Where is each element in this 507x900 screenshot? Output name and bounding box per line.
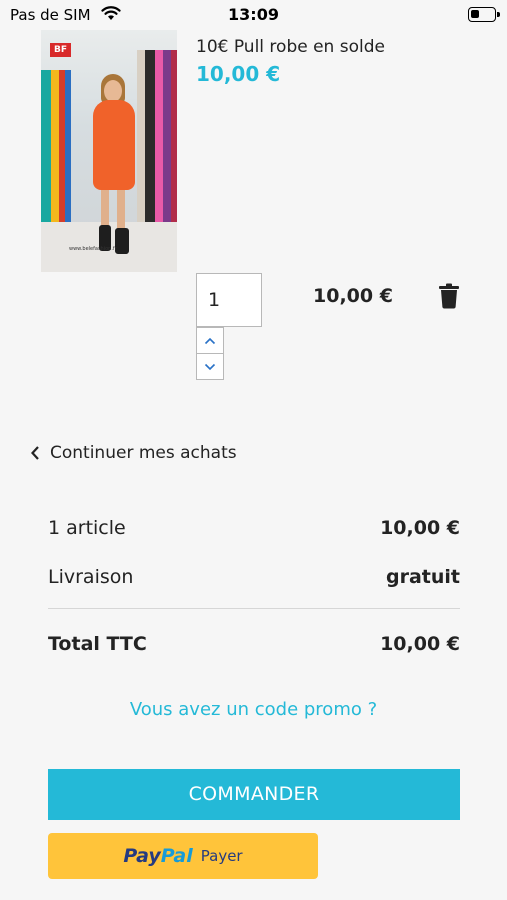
summary-shipping-label: Livraison xyxy=(48,566,134,588)
paypal-button-label: Payer xyxy=(200,847,243,865)
quantity-input[interactable]: 1 xyxy=(196,273,262,327)
quantity-decrease-button[interactable] xyxy=(196,353,224,380)
promo-code-link[interactable]: Vous avez un code promo ? xyxy=(0,699,507,720)
image-rack-right xyxy=(137,50,177,250)
remove-item-button[interactable] xyxy=(438,283,460,313)
summary-items-value: 10,00 € xyxy=(380,517,460,539)
battery-icon xyxy=(468,7,500,22)
summary-items-row: 1 article 10,00 € xyxy=(48,517,460,539)
continue-shopping-link[interactable]: Continuer mes achats xyxy=(30,443,237,463)
image-figure-leg xyxy=(117,190,125,230)
paypal-logo: PayPal xyxy=(123,845,192,867)
status-bar: Pas de SIM 13:09 xyxy=(0,0,507,30)
product-image[interactable]: BF www.belefashion.fr xyxy=(41,30,177,272)
clock: 13:09 xyxy=(228,5,279,24)
battery-level xyxy=(471,10,479,18)
paypal-logo-pal: Pal xyxy=(160,845,193,867)
paypal-logo-pay: Pay xyxy=(123,845,161,867)
continue-shopping-label: Continuer mes achats xyxy=(50,443,237,463)
brand-logo: BF xyxy=(50,43,71,57)
summary-divider xyxy=(48,608,460,609)
image-figure-leg xyxy=(101,190,109,230)
paypal-button[interactable]: PayPal Payer xyxy=(48,833,318,879)
order-button[interactable]: COMMANDER xyxy=(48,769,460,820)
summary-total-value: 10,00 € xyxy=(380,633,460,655)
line-total: 10,00 € xyxy=(313,285,393,307)
summary-shipping-row: Livraison gratuit xyxy=(48,566,460,588)
trash-icon xyxy=(439,283,459,309)
image-figure-head xyxy=(104,80,122,102)
image-figure-boot xyxy=(115,228,129,254)
chevron-down-icon xyxy=(204,363,216,370)
summary-total-label: Total TTC xyxy=(48,633,147,655)
product-name[interactable]: 10€ Pull robe en solde xyxy=(196,37,385,57)
summary-total-row: Total TTC 10,00 € xyxy=(48,633,460,655)
quantity-increase-button[interactable] xyxy=(196,327,224,354)
product-unit-price: 10,00 € xyxy=(196,62,281,86)
chevron-up-icon xyxy=(204,337,216,344)
image-figure-dress xyxy=(93,100,135,190)
summary-shipping-value: gratuit xyxy=(386,566,460,588)
chevron-left-icon xyxy=(31,446,39,460)
summary-items-label: 1 article xyxy=(48,517,126,539)
image-watermark: www.belefashion.fr xyxy=(69,246,117,252)
